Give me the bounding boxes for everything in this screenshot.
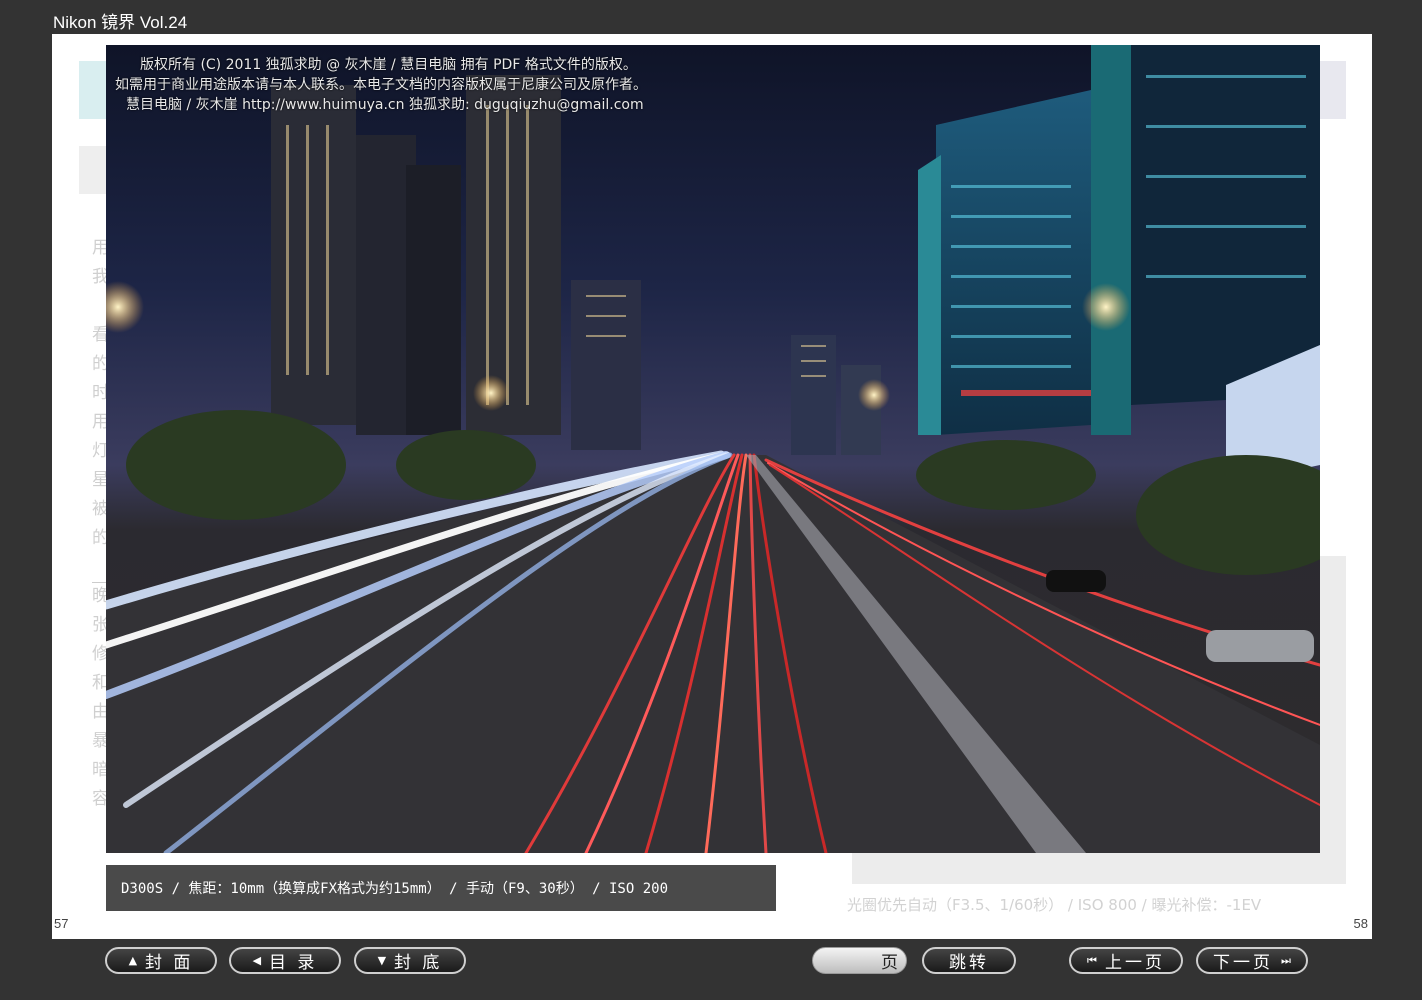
back-cover-button[interactable]: ▼ 封 底 <box>354 947 466 974</box>
window-title: Nikon 镜界 Vol.24 <box>53 13 188 32</box>
previous-page-button[interactable]: ⏮ 上一页 <box>1069 947 1183 974</box>
photo-caption: D300S / 焦距：10mm（换算成FX格式为约15mm） / 手动（F9、3… <box>106 865 776 911</box>
jump-button[interactable]: 跳转 <box>922 947 1016 974</box>
next-page-button[interactable]: 下一页 ⏭ <box>1196 947 1308 974</box>
triangle-up-icon: ▲ <box>128 954 138 967</box>
cover-button[interactable]: ▲ 封 面 <box>105 947 217 974</box>
copyright-line-2: 如需用于商业用途版本请与本人联系。本电子文档的内容版权属于尼康公司及原作者。 <box>115 77 647 93</box>
background-photo-caption: 光圈优先自动（F3.5、1/60秒） / ISO 800 / 曝光补偿：-1EV <box>847 896 1262 914</box>
photo-illustration <box>106 45 1320 853</box>
page-number-input[interactable] <box>823 951 882 972</box>
page-number-right: 58 <box>1353 916 1368 931</box>
cover-button-label: 封 面 <box>145 953 194 973</box>
copyright-line-3: 慧目电脑 / 灰木崖 http://www.huimuya.cn 独孤求助: d… <box>126 97 644 113</box>
page-number-field[interactable]: 页 <box>812 947 907 974</box>
copyright-notice: 版权所有 (C) 2011 独孤求助 @ 灰木崖 / 慧目电脑 拥有 PDF 格… <box>115 55 647 115</box>
jump-button-label: 跳转 <box>949 953 989 973</box>
skip-forward-icon: ⏭ <box>1281 953 1291 967</box>
copyright-line-1: 版权所有 (C) 2011 独孤求助 @ 灰木崖 / 慧目电脑 拥有 PDF 格… <box>140 57 637 73</box>
background-banner-right <box>1319 61 1346 119</box>
back-cover-button-label: 封 底 <box>394 953 443 973</box>
contents-button-label: 目 录 <box>269 953 318 973</box>
skip-back-icon: ⏮ <box>1087 953 1097 967</box>
contents-button[interactable]: ◀ 目 录 <box>229 947 341 974</box>
next-page-label: 下一页 <box>1213 953 1274 973</box>
previous-page-label: 上一页 <box>1104 953 1165 973</box>
night-traffic-photo: 版权所有 (C) 2011 独孤求助 @ 灰木崖 / 慧目电脑 拥有 PDF 格… <box>106 45 1320 853</box>
page-label: 页 <box>881 953 898 973</box>
page-number-left: 57 <box>54 916 69 931</box>
triangle-left-icon: ◀ <box>252 954 262 967</box>
triangle-down-icon: ▼ <box>377 954 387 967</box>
